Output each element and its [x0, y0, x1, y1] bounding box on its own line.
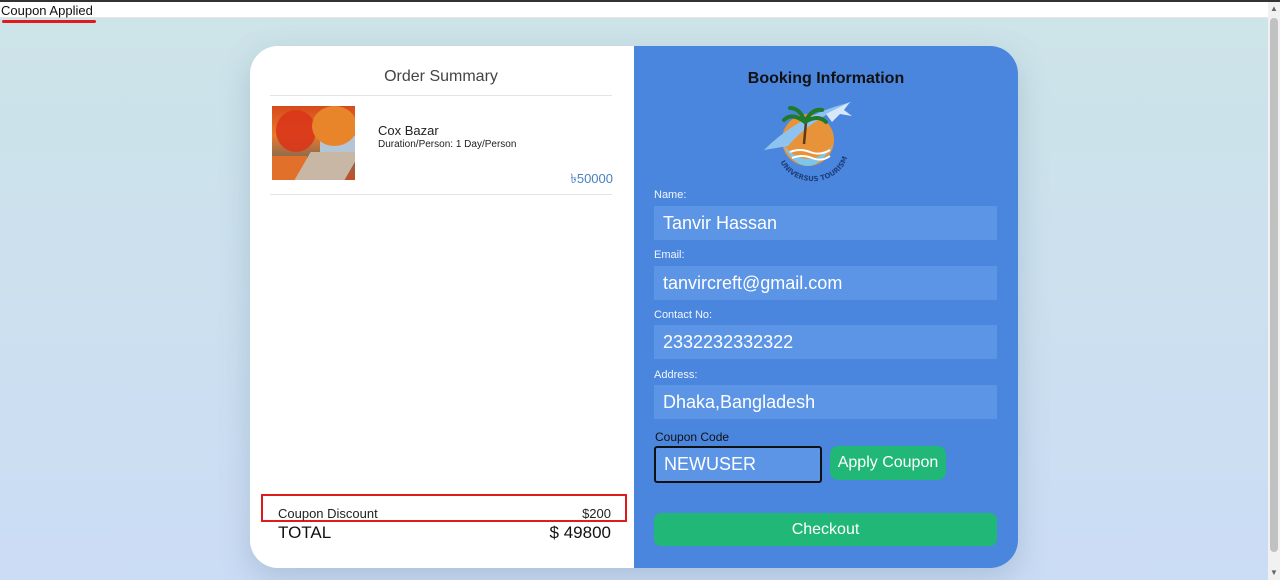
total-value: $ 49800 [549, 523, 611, 542]
checkout-card: Order Summary Cox Bazar Duration/Person:… [250, 46, 1018, 568]
total-label: TOTAL [278, 523, 332, 542]
divider [270, 194, 612, 195]
contact-field[interactable] [654, 325, 997, 359]
apply-coupon-button[interactable]: Apply Coupon [830, 446, 946, 480]
booking-panel: Booking Information UNIVERSUS TOURISM Na… [634, 46, 1018, 568]
scroll-down-icon[interactable]: ▼ [1268, 566, 1280, 580]
name-field[interactable] [654, 206, 997, 240]
item-name: Cox Bazar [378, 123, 439, 138]
address-label: Address: [654, 369, 698, 381]
logo-icon: UNIVERSUS TOURISM [764, 102, 852, 182]
thumbnail-image [272, 106, 355, 180]
contact-label: Contact No: [654, 309, 713, 321]
status-underline-annotation [2, 20, 96, 23]
status-message: Coupon Applied [1, 3, 93, 18]
divider [270, 95, 612, 96]
checkout-button[interactable]: Checkout [654, 513, 997, 546]
coupon-code-label: Coupon Code [655, 430, 730, 444]
email-label: Email: [654, 249, 685, 261]
scrollbar-thumb[interactable] [1270, 18, 1278, 552]
coupon-code-input[interactable] [654, 446, 822, 483]
status-bar: Coupon Applied [0, 2, 1268, 18]
address-field[interactable] [654, 385, 997, 419]
email-field[interactable] [654, 266, 997, 300]
item-price: ৳50000 [570, 171, 613, 186]
booking-title: Booking Information [747, 70, 905, 87]
coupon-discount-value: $200 [582, 506, 611, 521]
coupon-discount-label: Coupon Discount [278, 506, 378, 521]
scroll-up-icon[interactable]: ▲ [1268, 2, 1280, 16]
order-summary-title: Order Summary [384, 68, 498, 85]
page-scrollbar[interactable]: ▲ ▼ [1268, 2, 1280, 580]
order-summary-panel: Order Summary Cox Bazar Duration/Person:… [250, 46, 634, 568]
name-label: Name: [654, 189, 687, 201]
item-duration: Duration/Person: 1 Day/Person [378, 139, 517, 150]
